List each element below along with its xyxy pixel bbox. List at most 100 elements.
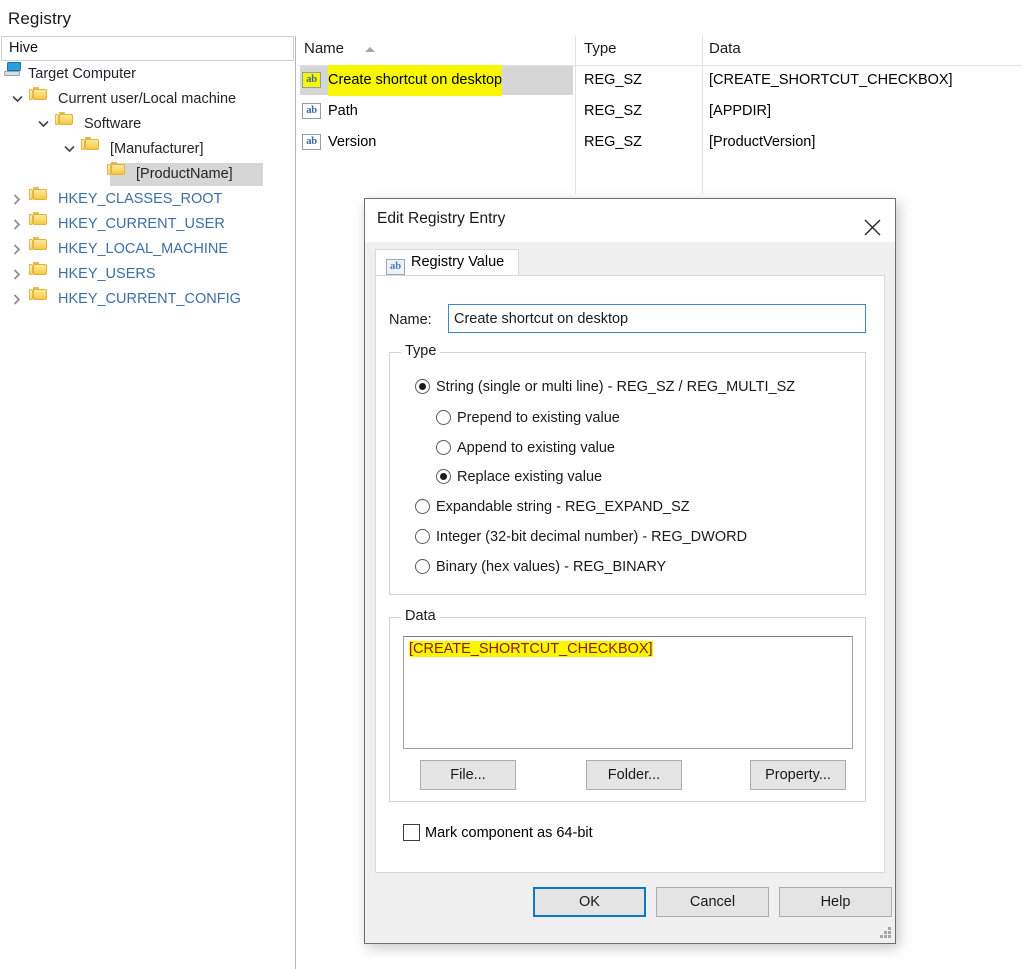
folder-icon (29, 212, 51, 237)
value-type-cell: REG_SZ (584, 134, 643, 150)
name-input[interactable] (448, 304, 866, 333)
value-name-text: Version (328, 134, 377, 150)
hive-tree-body: Target Computer Current user/Local machi… (0, 62, 294, 969)
hive-column-header[interactable]: Hive (1, 36, 294, 61)
registry-values-list-panel: Name Type Data ab Create shortcut on des… (297, 36, 1022, 194)
chevron-right-icon[interactable] (8, 187, 26, 212)
value-type-cell: REG_SZ (584, 103, 643, 119)
tree-item-current-user-local-machine[interactable]: Current user/Local machine (0, 87, 294, 112)
tree-item-label: HKEY_CURRENT_CONFIG (58, 291, 241, 307)
folder-icon (55, 112, 77, 137)
data-groupbox-title: Data (401, 608, 440, 624)
file-browse-button[interactable]: File... (420, 760, 516, 790)
tab-registry-value[interactable]: ab Registry Value (375, 249, 520, 275)
property-browse-button[interactable]: Property... (750, 760, 846, 790)
tree-item-label: [Manufacturer] (110, 141, 204, 157)
help-button[interactable]: Help (779, 887, 892, 917)
dialog-tabstrip: ab Registry Value (365, 242, 895, 275)
sort-ascending-icon (365, 47, 375, 52)
dialog-titlebar: Edit Registry Entry (365, 199, 895, 242)
value-data-cell: [APPDIR] (709, 103, 772, 119)
chevron-right-icon[interactable] (8, 262, 26, 287)
checkbox-indicator[interactable] (403, 824, 420, 841)
dialog-body: Name: Type String (single or multi line)… (375, 275, 885, 873)
tree-item-hkey-users[interactable]: HKEY_USERS (0, 262, 294, 287)
ok-button[interactable]: OK (533, 887, 646, 917)
radio-indicator (415, 379, 430, 394)
data-value-textarea[interactable]: [CREATE_SHORTCUT_CHECKBOX] (403, 636, 853, 749)
radio-label: Prepend to existing value (457, 410, 620, 426)
value-data-cell: [ProductVersion] (709, 134, 816, 150)
folder-icon (29, 262, 51, 287)
tree-item-label: Software (84, 116, 142, 132)
string-value-icon: ab (302, 72, 321, 88)
tree-item-software[interactable]: Software (0, 112, 294, 137)
tree-item-hkey-classes-root[interactable]: HKEY_CLASSES_ROOT (0, 187, 294, 212)
page-title: Registry (8, 9, 72, 28)
string-value-icon: ab (302, 134, 321, 150)
column-header-name[interactable]: Name (304, 40, 344, 57)
radio-indicator (436, 440, 451, 455)
value-name-text: Create shortcut on desktop (328, 65, 503, 96)
tree-item-productname[interactable]: [ProductName] (0, 162, 294, 187)
value-type-cell: REG_SZ (584, 72, 643, 88)
chevron-down-icon[interactable] (60, 137, 78, 162)
tree-item-label: [ProductName] (136, 166, 233, 182)
radio-indicator (415, 499, 430, 514)
folder-browse-button[interactable]: Folder... (586, 760, 682, 790)
string-value-icon: ab (386, 259, 405, 275)
column-header-data[interactable]: Data (709, 40, 741, 57)
radio-label: Binary (hex values) - REG_BINARY (436, 559, 667, 575)
radio-label: Replace existing value (457, 469, 603, 485)
value-data-cell: [CREATE_SHORTCUT_CHECKBOX] (709, 72, 953, 88)
radio-indicator (415, 559, 430, 574)
folder-icon (29, 87, 51, 112)
radio-indicator (415, 529, 430, 544)
radio-label: String (single or multi line) - REG_SZ /… (436, 379, 796, 395)
tree-item-hkey-current-config[interactable]: HKEY_CURRENT_CONFIG (0, 287, 294, 312)
column-header-type[interactable]: Type (584, 40, 617, 57)
folder-icon (29, 287, 51, 312)
radio-label: Expandable string - REG_EXPAND_SZ (436, 499, 690, 515)
registry-hive-tree-panel: Hive Target Computer Current user/Local … (0, 36, 296, 969)
chevron-right-icon[interactable] (8, 212, 26, 237)
tree-item-hkey-local-machine[interactable]: HKEY_LOCAL_MACHINE (0, 237, 294, 262)
table-row[interactable]: ab Version REG_SZ [ProductVersion] (297, 127, 1022, 158)
data-value-text: [CREATE_SHORTCUT_CHECKBOX] (409, 641, 653, 657)
table-row[interactable]: ab Path REG_SZ [APPDIR] (297, 96, 1022, 127)
data-groupbox: Data [CREATE_SHORTCUT_CHECKBOX] File... … (389, 608, 866, 802)
folder-icon (29, 187, 51, 212)
table-row[interactable]: ab Create shortcut on desktop REG_SZ [CR… (297, 65, 1022, 96)
folder-icon (107, 162, 129, 187)
chevron-down-icon[interactable] (8, 87, 26, 112)
cancel-button[interactable]: Cancel (656, 887, 769, 917)
tree-item-label: Current user/Local machine (58, 91, 237, 107)
dialog-title: Edit Registry Entry (377, 210, 506, 227)
chevron-right-icon[interactable] (8, 287, 26, 312)
type-groupbox: Type String (single or multi line) - REG… (389, 343, 866, 595)
tree-item-hkey-current-user[interactable]: HKEY_CURRENT_USER (0, 212, 294, 237)
tree-item-label: Target Computer (28, 66, 136, 82)
checkbox-label: Mark component as 64-bit (425, 825, 593, 841)
radio-label: Integer (32-bit decimal number) - REG_DW… (436, 529, 748, 545)
folder-icon (81, 137, 103, 162)
tree-item-target-computer[interactable]: Target Computer (0, 62, 294, 87)
chevron-down-icon[interactable] (34, 112, 52, 137)
edit-registry-entry-dialog: Edit Registry Entry ab Registry Value Nam… (364, 198, 896, 944)
tab-label: Registry Value (411, 254, 505, 270)
radio-indicator (436, 410, 451, 425)
tree-item-manufacturer[interactable]: [Manufacturer] (0, 137, 294, 162)
tree-item-label: HKEY_CURRENT_USER (58, 216, 225, 232)
folder-icon (29, 237, 51, 262)
radio-label: Append to existing value (457, 440, 615, 456)
computer-icon (4, 62, 22, 87)
hive-column-label: Hive (9, 40, 39, 56)
close-icon[interactable] (849, 199, 895, 242)
tree-item-label: HKEY_CLASSES_ROOT (58, 191, 223, 207)
chevron-right-icon[interactable] (8, 237, 26, 262)
radio-indicator (436, 469, 451, 484)
resize-grip[interactable] (879, 927, 892, 940)
tree-item-label: HKEY_USERS (58, 266, 156, 282)
string-value-icon: ab (302, 103, 321, 119)
tree-item-label: HKEY_LOCAL_MACHINE (58, 241, 229, 257)
